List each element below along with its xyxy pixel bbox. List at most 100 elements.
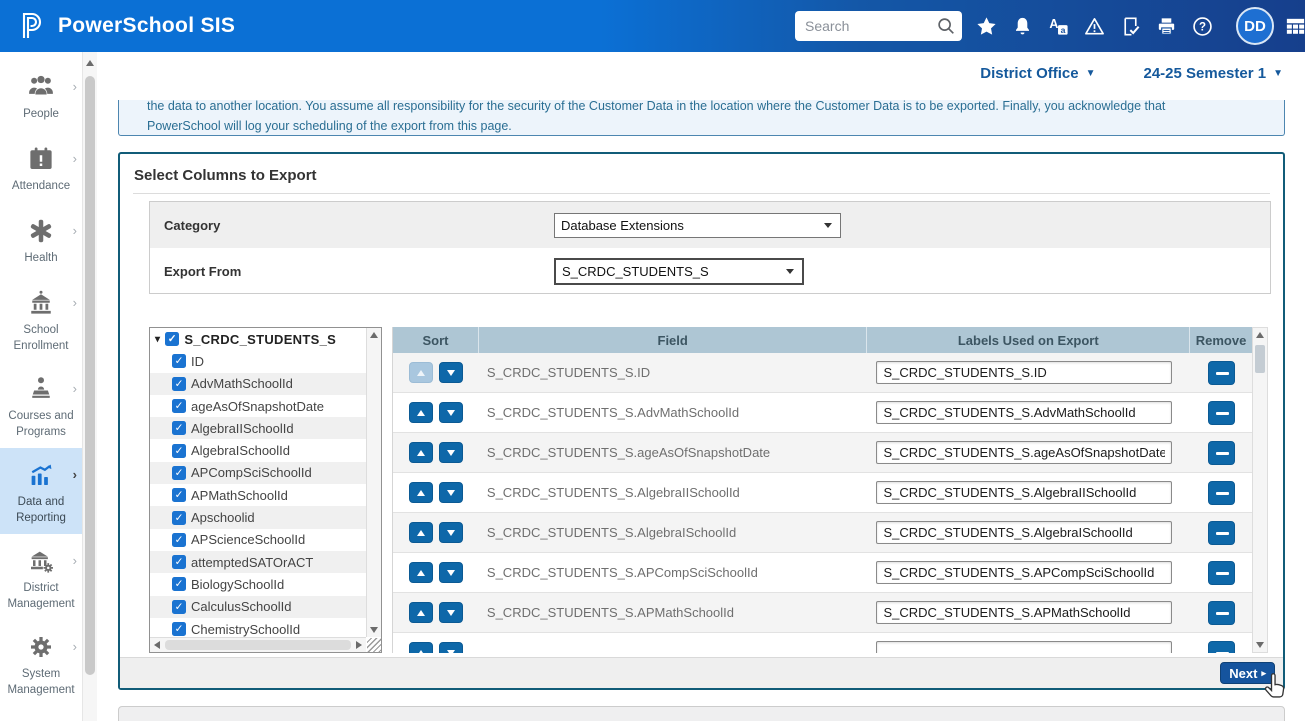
tree-item-checkbox[interactable]: ✓ [172,511,186,525]
sidebar-item-attendance[interactable]: Attendance› [0,132,82,204]
field-name: S_CRDC_STUDENTS_S.ID [479,365,868,380]
tree-item-checkbox[interactable]: ✓ [172,377,186,391]
apps-grid-icon[interactable] [1284,15,1305,38]
sidebar-item-health[interactable]: Health› [0,204,82,276]
tree-item-checkbox[interactable]: ✓ [172,600,186,614]
remove-column-button[interactable] [1208,641,1235,654]
sidebar-item-people[interactable]: People› [0,60,82,132]
tree-expand-caret-icon[interactable]: ▾ [155,334,160,345]
move-up-button[interactable] [409,402,433,423]
export-label-input[interactable] [876,641,1172,653]
tree-item-checkbox[interactable]: ✓ [172,354,186,368]
move-down-button[interactable] [439,362,463,383]
tree-item-row[interactable]: ✓APMathSchoolId [150,484,366,506]
remove-column-button[interactable] [1208,441,1235,465]
tree-item-label: ChemistrySchoolId [191,622,300,637]
move-down-button[interactable] [439,402,463,423]
tree-item-row[interactable]: ✓AdvMathSchoolId [150,373,366,395]
export-label-input[interactable] [876,441,1172,464]
tree-item-checkbox[interactable]: ✓ [172,488,186,502]
print-icon[interactable] [1155,15,1178,38]
tree-item-row[interactable]: ✓CalculusSchoolId [150,596,366,618]
powerschool-logo-icon[interactable] [16,10,48,42]
tree-item-row[interactable]: ✓APCompSciSchoolId [150,462,366,484]
category-select[interactable]: Database Extensions [554,213,841,238]
move-down-button[interactable] [439,442,463,463]
term-selector[interactable]: 24-25 Semester 1 ▼ [1144,65,1284,82]
tree-root-checkbox[interactable]: ✓ [165,332,179,346]
move-up-button[interactable] [409,362,433,383]
tree-item-row[interactable]: ✓AlgebraIISchoolId [150,417,366,439]
tree-item-checkbox[interactable]: ✓ [172,555,186,569]
notifications-bell-icon[interactable] [1011,15,1034,38]
tree-item-row[interactable]: ✓AlgebraISchoolId [150,439,366,461]
sidebar-item-data-and-reporting[interactable]: Data and Reporting› [0,448,82,534]
move-up-button[interactable] [409,642,433,653]
sort-cell [393,402,479,423]
sidebar-scrollbar[interactable] [82,52,97,721]
tree-item-checkbox[interactable]: ✓ [172,466,186,480]
tree-item-row[interactable]: ✓ ChemistrySchoolId [150,618,366,637]
user-avatar[interactable]: DD [1236,7,1274,45]
move-up-button[interactable] [409,602,433,623]
move-down-button[interactable] [439,642,463,653]
tree-item-checkbox[interactable]: ✓ [172,533,186,547]
export-label-input[interactable] [876,521,1172,544]
help-icon[interactable]: ? [1191,15,1214,38]
export-label-input[interactable] [876,561,1172,584]
sidebar-item-label: System Management [2,667,80,698]
reports-check-icon[interactable] [1119,15,1142,38]
favorites-star-icon[interactable] [975,15,998,38]
chevron-right-icon: › [73,468,77,481]
move-up-button[interactable] [409,482,433,503]
remove-column-button[interactable] [1208,401,1235,425]
tree-item-checkbox[interactable]: ✓ [172,421,186,435]
search-icon[interactable] [935,15,957,37]
move-down-button[interactable] [439,522,463,543]
remove-column-button[interactable] [1208,521,1235,545]
tree-item-row[interactable]: ✓attemptedSATOrACT [150,551,366,573]
export-label-input[interactable] [876,361,1172,384]
tree-vertical-scrollbar[interactable] [366,328,381,637]
sidebar-item-courses-and-programs[interactable]: Courses and Programs› [0,362,82,448]
tree-item-checkbox[interactable]: ✓ [172,444,186,458]
sidebar-item-district-management[interactable]: District Management› [0,534,82,620]
sidebar-item-system-management[interactable]: System Management› [0,620,82,706]
export-label-input[interactable] [876,481,1172,504]
tree-item-checkbox[interactable]: ✓ [172,577,186,591]
remove-column-button[interactable] [1208,361,1235,385]
move-down-button[interactable] [439,482,463,503]
tree-root-row[interactable]: ▾✓S_CRDC_STUDENTS_S [150,328,366,350]
school-selector[interactable]: District Office ▼ [980,65,1095,82]
remove-column-button[interactable] [1208,481,1235,505]
move-down-button[interactable] [439,602,463,623]
remove-column-button[interactable] [1208,601,1235,625]
next-button[interactable]: Next ▸ [1220,662,1275,684]
top-navigation-bar: PowerSchool SIS Aa? DD [0,0,1305,52]
remove-column-button[interactable] [1208,561,1235,585]
tree-item-checkbox[interactable]: ✓ [172,622,186,636]
tree-horizontal-scrollbar[interactable] [150,637,366,652]
tree-item-checkbox[interactable]: ✓ [172,399,186,413]
tree-item-row[interactable]: ✓APScienceSchoolId [150,529,366,551]
sidebar-item-monitor[interactable]: › [0,706,82,721]
move-down-button[interactable] [439,562,463,583]
tree-item-row[interactable]: ✓Apschoolid [150,506,366,528]
alerts-warning-icon[interactable] [1083,15,1106,38]
tree-item-row[interactable]: ✓BiologySchoolId [150,573,366,595]
tree-item-row[interactable]: ✓ID [150,350,366,372]
tree-item-row[interactable]: ✓ageAsOfSnapshotDate [150,395,366,417]
move-up-button[interactable] [409,442,433,463]
resize-grip[interactable] [367,638,381,652]
sidebar-item-school-enrollment[interactable]: School Enrollment› [0,276,82,362]
column-header-labels-used-on-export: Labels Used on Export [867,327,1190,353]
export-label-input[interactable] [876,401,1172,424]
export-label-input[interactable] [876,601,1172,624]
move-up-button[interactable] [409,562,433,583]
chevron-right-icon: › [73,152,77,165]
move-up-button[interactable] [409,522,433,543]
select-columns-panel: Select Columns to Export Category Databa… [118,152,1285,690]
export-from-select[interactable]: S_CRDC_STUDENTS_S [554,258,804,285]
table-vertical-scrollbar[interactable] [1252,327,1268,653]
translate-icon[interactable]: Aa [1047,15,1070,38]
